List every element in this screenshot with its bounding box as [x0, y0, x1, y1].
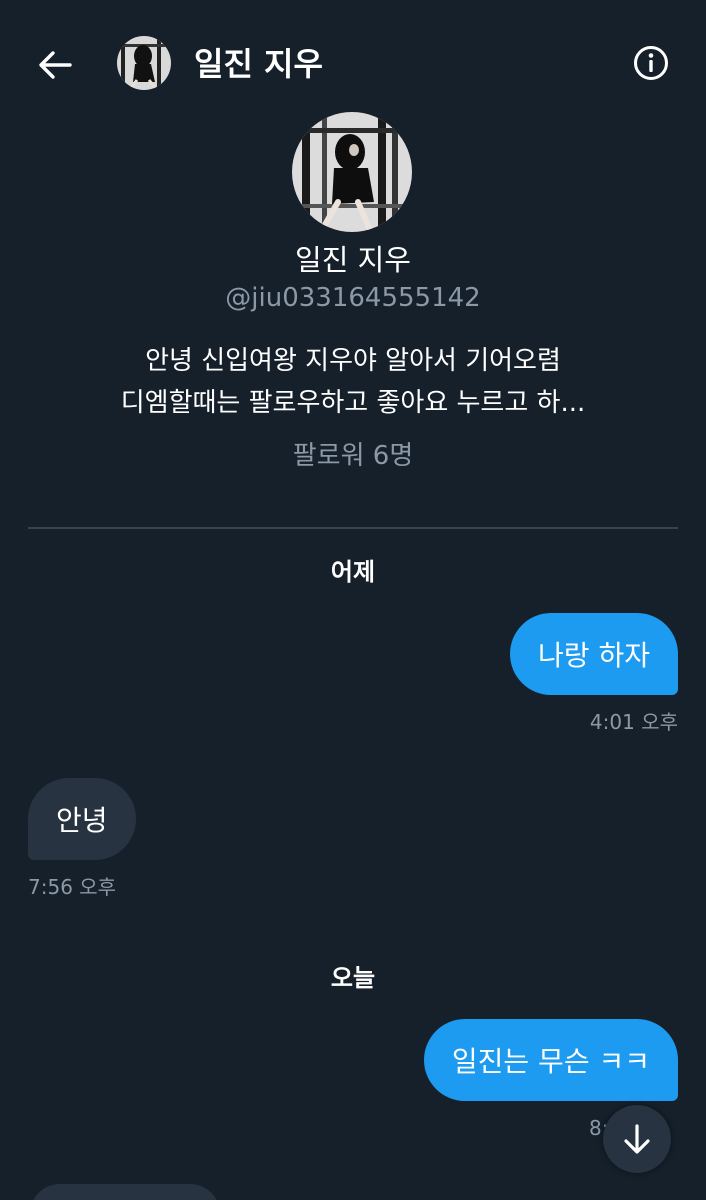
profile-display-name[interactable]: 일진 지우: [0, 240, 706, 280]
message-bubble-sent[interactable]: 나랑 하자: [510, 613, 678, 695]
dm-conversation-screen: 일진 지우 일진 지우 @jiu033164555142 안녕 신입여왕 지우야…: [0, 0, 706, 1200]
profile-followers-count[interactable]: 팔로워 6명: [0, 438, 706, 474]
date-separator-today: 오늘: [330, 964, 376, 992]
date-separator-yesterday: 어제: [330, 558, 376, 586]
profile-bio: 안녕 신입여왕 지우야 알아서 기어오렴 디엠할때는 팔로우하고 좋아요 누르고…: [60, 340, 646, 424]
profile-bio-line: 안녕 신입여왕 지우야 알아서 기어오렴: [145, 346, 561, 376]
header-avatar[interactable]: [117, 36, 171, 90]
scroll-to-bottom-button[interactable]: [603, 1105, 671, 1173]
back-button[interactable]: [32, 42, 78, 88]
message-bubble-received-partial[interactable]: [30, 1184, 220, 1200]
message-timestamp: 7:56 오후: [28, 875, 117, 899]
profile-avatar[interactable]: [292, 112, 412, 232]
profile-handle[interactable]: @jiu033164555142: [0, 280, 706, 316]
top-bar: 일진 지우: [0, 0, 706, 128]
conversation-info-button[interactable]: [630, 42, 672, 84]
header-display-name[interactable]: 일진 지우: [194, 44, 323, 84]
arrow-down-icon: [624, 1124, 650, 1154]
message-bubble-received[interactable]: 안녕: [28, 778, 136, 860]
info-circle-icon: [634, 46, 668, 80]
divider: [28, 527, 678, 529]
avatar-image: [117, 36, 171, 90]
arrow-left-icon: [39, 51, 72, 79]
profile-bio-line: 디엠할때는 팔로우하고 좋아요 누르고 하...: [120, 388, 586, 418]
message-timestamp: 4:01 오후: [589, 710, 678, 734]
message-bubble-sent[interactable]: 일진는 무슨 ㅋㅋ: [423, 1019, 678, 1101]
avatar-image: [292, 112, 412, 232]
